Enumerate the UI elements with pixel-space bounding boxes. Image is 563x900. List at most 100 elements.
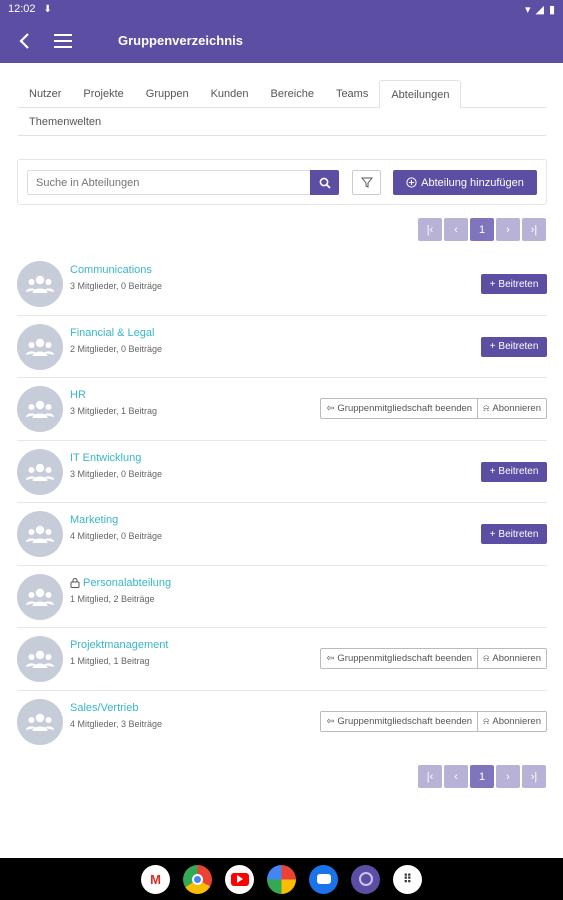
prev-page-button[interactable]: ‹ [444, 765, 468, 788]
group-name[interactable]: Personalabteilung [70, 577, 171, 589]
app-icon[interactable] [351, 864, 380, 894]
subscribe-button[interactable]: ⍾ Abonnieren [478, 398, 547, 419]
add-department-button[interactable]: Abteilung hinzufügen [393, 170, 537, 195]
join-button[interactable]: + Beitreten [481, 274, 547, 294]
pagination-top: |‹ ‹ 1 › ›| [418, 218, 546, 241]
group-meta: 1 Mitglied, 2 Beiträge [70, 593, 155, 604]
leave-label: Gruppenmitgliedschaft beenden [337, 715, 473, 727]
leave-label: Gruppenmitgliedschaft beenden [337, 403, 473, 414]
back-arrow-icon [19, 32, 29, 49]
back-button[interactable] [14, 30, 36, 52]
group-avatar-icon [26, 400, 54, 418]
group-name[interactable]: HR [70, 389, 86, 401]
filter-icon [360, 177, 373, 188]
leave-label: Gruppenmitgliedschaft beenden [337, 653, 473, 664]
group-name[interactable]: Communications [70, 264, 152, 276]
tab-bereiche[interactable]: Bereiche [260, 80, 325, 108]
last-page-button[interactable]: ›| [522, 218, 546, 241]
join-button[interactable]: + Beitreten [481, 336, 547, 357]
join-button[interactable]: + Beitreten [481, 524, 547, 544]
leave-group-button[interactable]: ⇦ Gruppenmitgliedschaft beenden [320, 398, 479, 419]
add-department-label: Abteilung hinzufügen [421, 176, 524, 189]
group-name[interactable]: Projektmanagement [70, 639, 168, 651]
first-page-button[interactable]: |‹ [418, 765, 442, 788]
status-bar: 12:02 ⬇ ▾ ◢ ▮ [0, 0, 563, 18]
bell-icon: ⍾ [483, 403, 490, 414]
list-item[interactable]: Personalabteilung 1 Mitglied, 2 Beiträge [17, 566, 547, 628]
pagination-bottom: |‹ ‹ 1 › ›| [418, 765, 546, 788]
group-name[interactable]: Financial & Legal [70, 327, 154, 339]
join-button[interactable]: + Beitreten [481, 461, 547, 482]
tab-teams[interactable]: Teams [325, 80, 379, 108]
plus-icon: + [489, 528, 496, 540]
group-name[interactable]: Marketing [70, 514, 118, 526]
tab-themenwelten[interactable]: Themenwelten [18, 108, 112, 136]
last-page-icon: ›| [530, 223, 538, 236]
page-number[interactable]: 1 [470, 765, 494, 788]
join-label: Beitreten [498, 341, 539, 352]
filter-button[interactable] [352, 170, 381, 195]
list-item[interactable]: IT Entwicklung 3 Mitglieder, 0 Beiträge + B… [17, 441, 547, 503]
avatar [17, 573, 63, 620]
group-meta: 1 Mitglied, 1 Beitrag [70, 656, 150, 666]
subscribe-button[interactable]: ⍾ Abonnieren [478, 710, 547, 732]
member-actions: ⇦ Gruppenmitgliedschaft beenden ⍾ Abonniere… [320, 710, 547, 732]
tab-abteilungen[interactable]: Abteilungen [379, 80, 462, 109]
list-item[interactable]: Financial & Legal 2 Mitglieder, 0 Beiträg… [17, 316, 547, 378]
tab-nutzer[interactable]: Nutzer [18, 80, 72, 108]
subscribe-button[interactable]: ⍾ Abonnieren [478, 648, 547, 669]
chevron-left-icon: ‹ [454, 223, 458, 236]
list-item[interactable]: Projektmanagement 1 Mitglied, 1 Beitrag ⇦ G… [17, 628, 547, 691]
next-page-button[interactable]: › [496, 218, 520, 241]
chevron-right-icon: › [506, 770, 510, 783]
group-name[interactable]: IT Entwicklung [70, 452, 141, 464]
system-dock: M ⠿ [0, 858, 563, 900]
group-name-label: Personalabteilung [83, 576, 172, 589]
prev-page-button[interactable]: ‹ [444, 218, 468, 241]
youtube-icon[interactable] [225, 864, 254, 894]
search-button[interactable] [310, 170, 339, 195]
exit-icon: ⇦ [326, 715, 335, 727]
tab-kunden[interactable]: Kunden [200, 80, 260, 108]
first-page-icon: |‹ [426, 223, 434, 236]
group-avatar-icon [26, 525, 54, 543]
exit-icon: ⇦ [326, 403, 335, 414]
battery-icon: ▮ [548, 3, 555, 16]
list-item[interactable]: Sales/Vertrieb 4 Mitglieder, 3 Beiträge ⇦ G… [17, 691, 547, 754]
group-avatar-icon [26, 713, 54, 731]
list-item[interactable]: HR 3 Mitglieder, 1 Beitrag ⇦ Gruppenmitglie… [17, 378, 547, 441]
last-page-button[interactable]: ›| [522, 765, 546, 788]
chrome-icon[interactable] [183, 864, 212, 894]
gmail-icon[interactable]: M [141, 864, 170, 894]
tab-gruppen[interactable]: Gruppen [135, 80, 200, 108]
app-bar: Gruppenverzeichnis [0, 18, 563, 63]
hamburger-icon [54, 33, 72, 36]
page-number[interactable]: 1 [470, 218, 494, 241]
list-item[interactable]: Marketing 4 Mitglieder, 0 Beiträge + Beitre… [17, 503, 547, 566]
plus-icon: + [489, 341, 496, 352]
bell-icon: ⍾ [483, 653, 490, 664]
group-meta: 4 Mitglieder, 0 Beiträge [70, 531, 163, 541]
photos-icon[interactable] [267, 864, 296, 894]
search-input[interactable] [27, 170, 310, 195]
chevron-left-icon: ‹ [454, 770, 458, 783]
messages-icon[interactable] [309, 864, 338, 894]
first-page-icon: |‹ [426, 770, 434, 783]
group-name-label: Financial & Legal [70, 326, 155, 339]
first-page-button[interactable]: |‹ [418, 218, 442, 241]
avatar [17, 323, 63, 370]
group-name[interactable]: Sales/Vertrieb [70, 702, 138, 714]
group-name-label: HR [70, 389, 86, 401]
list-item[interactable]: Communications 3 Mitglieder, 0 Beiträge + B… [17, 253, 547, 316]
tab-projekte[interactable]: Projekte [72, 80, 134, 108]
search-icon [319, 177, 331, 189]
menu-button[interactable] [54, 30, 76, 52]
plus-icon: + [489, 466, 496, 477]
group-avatar-icon [26, 650, 54, 668]
leave-group-button[interactable]: ⇦ Gruppenmitgliedschaft beenden [320, 710, 479, 732]
leave-group-button[interactable]: ⇦ Gruppenmitgliedschaft beenden [320, 648, 479, 669]
bell-icon: ⍾ [483, 715, 490, 727]
next-page-button[interactable]: › [496, 765, 520, 788]
apps-grid-icon[interactable]: ⠿ [393, 864, 422, 894]
group-meta: 4 Mitglieder, 3 Beiträge [70, 718, 163, 729]
